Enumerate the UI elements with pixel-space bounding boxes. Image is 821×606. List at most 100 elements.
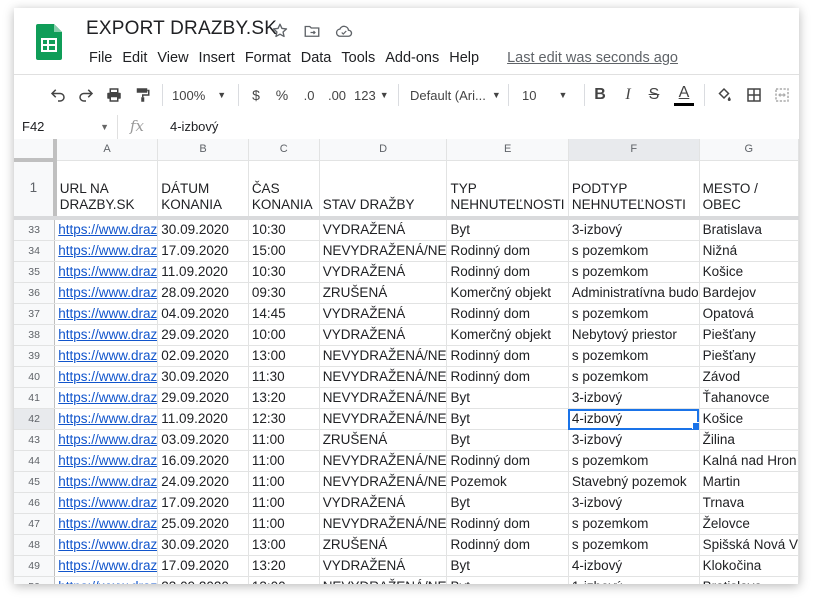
name-box[interactable]: F42 ▼ (14, 115, 118, 139)
table-cell[interactable]: Administratívna budo (568, 282, 700, 304)
table-cell[interactable]: s pozemkom (568, 240, 700, 262)
table-cell[interactable]: 25.09.2020 (157, 513, 249, 535)
table-cell[interactable]: NEVYDRAŽENÁ/NE (319, 366, 448, 388)
table-cell[interactable]: NEVYDRAŽENÁ/NE (319, 471, 448, 493)
url-link-cell[interactable]: https://www.draz (54, 429, 159, 451)
url-link-cell[interactable]: https://www.draz (54, 303, 159, 325)
table-cell[interactable]: 23.09.2020 (157, 576, 249, 584)
table-cell[interactable]: 11:00 (248, 492, 320, 514)
table-cell[interactable]: Rodinný dom (446, 261, 569, 283)
menu-format[interactable]: Format (240, 48, 296, 68)
table-cell[interactable]: Závod (699, 366, 799, 388)
table-cell[interactable]: s pozemkom (568, 303, 700, 325)
table-cell[interactable]: 16.09.2020 (157, 450, 249, 472)
table-cell[interactable]: 11:00 (248, 450, 320, 472)
row-header[interactable]: 42 (14, 408, 56, 430)
column-header-a[interactable]: A (54, 139, 159, 161)
table-cell[interactable]: NEVYDRAŽENÁ/NE (319, 450, 448, 472)
sheets-logo-icon[interactable] (36, 24, 62, 60)
select-all-corner[interactable] (14, 139, 57, 162)
table-cell[interactable]: Košice (699, 261, 799, 283)
table-cell[interactable]: 30.09.2020 (157, 366, 249, 388)
table-cell[interactable]: Byt (446, 408, 569, 430)
url-link-cell[interactable]: https://www.draz (54, 345, 159, 367)
fill-handle[interactable] (691, 422, 699, 429)
column-header-g[interactable]: G (699, 139, 799, 161)
table-cell[interactable]: NEVYDRAŽENÁ/NE (319, 240, 448, 262)
url-link-cell[interactable]: https://www.draz (54, 408, 159, 430)
active-cell[interactable]: 4-izbový (568, 408, 700, 430)
table-cell[interactable]: NEVYDRAŽENÁ/NE (319, 513, 448, 535)
table-cell[interactable]: Rodinný dom (446, 240, 569, 262)
table-cell[interactable]: Piešťany (699, 345, 799, 367)
menu-insert[interactable]: Insert (194, 48, 240, 68)
table-cell[interactable]: Rodinný dom (446, 366, 569, 388)
merge-cells-icon[interactable] (770, 75, 794, 115)
table-cell[interactable]: 3-izbový (568, 492, 700, 514)
table-cell[interactable]: Trnava (699, 492, 799, 514)
row-header[interactable]: 35 (14, 261, 56, 283)
table-cell[interactable]: ZRUŠENÁ (319, 429, 448, 451)
row-header[interactable]: 40 (14, 366, 56, 388)
menu-file[interactable]: File (84, 48, 117, 68)
table-cell[interactable]: Rodinný dom (446, 513, 569, 535)
table-cell[interactable]: Želovce (699, 513, 799, 535)
url-link-cell[interactable]: https://www.draz (54, 240, 159, 262)
increase-decimal-button[interactable]: .00 (324, 75, 350, 115)
url-link-cell[interactable]: https://www.draz (54, 576, 159, 584)
menu-addons[interactable]: Add-ons (380, 48, 444, 68)
table-cell[interactable]: 04.09.2020 (157, 303, 249, 325)
document-title[interactable]: EXPORT DRAZBY.SK (86, 18, 277, 40)
table-cell[interactable]: 11:00 (248, 471, 320, 493)
url-link-cell[interactable]: https://www.draz (54, 513, 159, 535)
header-cell[interactable]: PODTYP NEHNUTEĽNOSTI (568, 160, 700, 220)
table-cell[interactable]: VYDRAŽENÁ (319, 218, 448, 241)
table-cell[interactable]: Spišská Nová V (699, 534, 799, 556)
header-cell[interactable]: URL NA DRAZBY.SK (54, 160, 159, 220)
table-cell[interactable]: 17.09.2020 (157, 240, 249, 262)
menu-view[interactable]: View (152, 48, 193, 68)
table-cell[interactable]: 10:30 (248, 261, 320, 283)
table-cell[interactable]: Bratislava (699, 218, 799, 241)
url-link-cell[interactable]: https://www.draz (54, 261, 159, 283)
table-cell[interactable]: VYDRAŽENÁ (319, 324, 448, 346)
table-cell[interactable]: 29.09.2020 (157, 387, 249, 409)
table-cell[interactable]: VYDRAŽENÁ (319, 261, 448, 283)
table-cell[interactable]: s pozemkom (568, 450, 700, 472)
url-link-cell[interactable]: https://www.draz (54, 450, 159, 472)
table-cell[interactable]: 11:30 (248, 366, 320, 388)
table-cell[interactable]: 28.09.2020 (157, 282, 249, 304)
table-cell[interactable]: 13:00 (248, 576, 320, 584)
table-cell[interactable]: 30.09.2020 (157, 218, 249, 241)
column-header-f[interactable]: F (568, 139, 700, 161)
table-cell[interactable]: Žilina (699, 429, 799, 451)
table-cell[interactable]: VYDRAŽENÁ (319, 492, 448, 514)
menu-edit[interactable]: Edit (117, 48, 152, 68)
table-cell[interactable]: 17.09.2020 (157, 492, 249, 514)
table-cell[interactable]: Rodinný dom (446, 534, 569, 556)
table-cell[interactable]: 10:30 (248, 218, 320, 241)
table-cell[interactable]: Komerčný objekt (446, 282, 569, 304)
table-cell[interactable]: NEVYDRAŽENÁ/NE (319, 345, 448, 367)
more-formats-select[interactable]: 123 ▼ (354, 75, 392, 115)
table-cell[interactable]: Nebytový priestor (568, 324, 700, 346)
url-link-cell[interactable]: https://www.draz (54, 282, 159, 304)
table-cell[interactable]: 3-izbový (568, 387, 700, 409)
table-cell[interactable]: Rodinný dom (446, 303, 569, 325)
table-cell[interactable]: 11.09.2020 (157, 408, 249, 430)
url-link-cell[interactable]: https://www.draz (54, 534, 159, 556)
row-header[interactable]: 49 (14, 555, 56, 577)
url-link-cell[interactable]: https://www.draz (54, 471, 159, 493)
table-cell[interactable]: Byt (446, 218, 569, 241)
row-header[interactable]: 34 (14, 240, 56, 262)
table-cell[interactable]: ZRUŠENÁ (319, 534, 448, 556)
table-cell[interactable]: 13:20 (248, 387, 320, 409)
header-cell[interactable]: DÁTUM KONANIA (157, 160, 249, 220)
row-header[interactable]: 38 (14, 324, 56, 346)
table-cell[interactable]: Rodinný dom (446, 450, 569, 472)
zoom-select[interactable]: 100% ▼ (172, 75, 230, 115)
url-link-cell[interactable]: https://www.draz (54, 218, 159, 241)
table-cell[interactable]: 14:45 (248, 303, 320, 325)
table-cell[interactable]: s pozemkom (568, 261, 700, 283)
table-cell[interactable]: 10:00 (248, 324, 320, 346)
